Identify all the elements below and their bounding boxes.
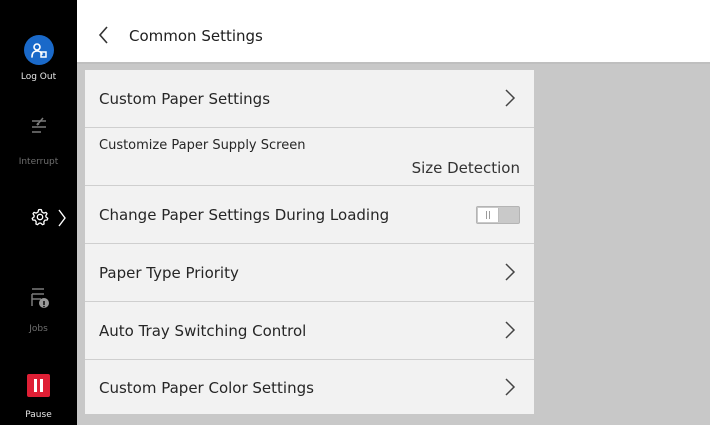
size-detection-value: Size Detection [411,159,520,177]
interrupt-label: Interrupt [18,157,59,167]
pause-button[interactable]: Pause [0,364,77,425]
page-title: Common Settings [129,27,263,45]
pause-label: Pause [25,410,52,420]
chevron-right-icon [505,378,516,396]
left-navigation-rail: Log Out Interrupt Jobs Pause [0,0,77,425]
custom-paper-settings-row[interactable]: Custom Paper Settings [85,70,534,128]
custom-paper-color-settings-label: Custom Paper Color Settings [99,379,314,397]
custom-paper-settings-label: Custom Paper Settings [99,90,271,108]
change-paper-settings-during-loading-row[interactable]: Change Paper Settings During Loading [85,186,534,244]
jobs-label: Jobs [29,324,48,334]
customize-paper-supply-screen-row[interactable]: Customize Paper Supply Screen Size Detec… [85,128,534,186]
chevron-right-icon [505,263,516,281]
chevron-right-icon [505,321,516,339]
logout-button[interactable]: Log Out [0,0,77,95]
interrupt-button[interactable]: Interrupt [0,100,77,178]
chevron-right-icon [505,89,516,107]
interrupt-icon [32,117,46,133]
jobs-icon [31,288,49,308]
paper-type-priority-label: Paper Type Priority [99,264,239,282]
chevron-left-icon[interactable] [96,25,112,45]
page-header: Common Settings [77,8,710,64]
change-paper-settings-toggle[interactable] [476,206,520,224]
chevron-right-icon [58,209,66,227]
user-logout-icon [31,43,47,58]
device-settings-button[interactable] [0,197,77,247]
toggle-knob [478,208,499,222]
logout-label: Log Out [20,72,57,82]
auto-tray-switching-control-label: Auto Tray Switching Control [99,322,307,340]
jobs-button[interactable]: Jobs [0,275,77,345]
customize-paper-supply-screen-label: Customize Paper Supply Screen [99,138,306,153]
gear-icon [31,208,49,226]
auto-tray-switching-control-row[interactable]: Auto Tray Switching Control [85,302,534,360]
pause-icon [27,374,50,397]
settings-list: Custom Paper Settings Customize Paper Su… [85,70,534,414]
custom-paper-color-settings-row[interactable]: Custom Paper Color Settings [85,360,534,414]
paper-type-priority-row[interactable]: Paper Type Priority [85,244,534,302]
change-paper-settings-during-loading-label: Change Paper Settings During Loading [99,206,390,224]
